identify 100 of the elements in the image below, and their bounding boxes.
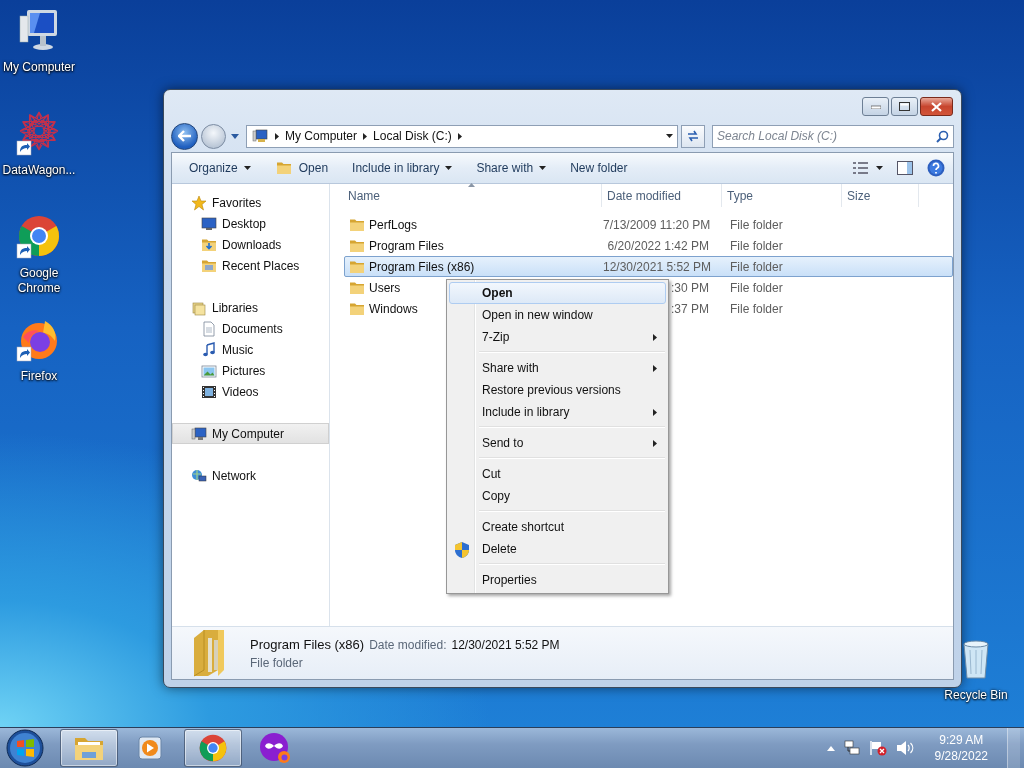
back-arrow-icon — [177, 130, 192, 142]
navigation-item[interactable]: Favorites — [172, 192, 329, 213]
mask-app-icon — [259, 732, 291, 764]
film-icon — [201, 383, 217, 400]
taskbar-button[interactable] — [60, 729, 118, 767]
caret-icon — [539, 166, 547, 170]
date-text: :30 PM — [671, 280, 709, 295]
speaker-icon — [895, 740, 914, 756]
date-text: 7/13/2009 11:20 PM — [603, 217, 711, 232]
submenu-arrow-icon — [653, 439, 657, 447]
action-center-button[interactable] — [868, 740, 887, 756]
menu-item[interactable]: Properties — [449, 569, 666, 591]
chevron-icon — [275, 132, 279, 140]
details-type: File folder — [250, 655, 304, 670]
history-dropdown[interactable] — [229, 133, 241, 139]
file-name[interactable]: PerfLogs — [369, 217, 418, 232]
search-field[interactable]: Search Local Disk (C:) — [712, 124, 954, 148]
menu-item[interactable]: Open — [449, 282, 666, 304]
back-button[interactable] — [171, 122, 198, 150]
network-icon — [843, 740, 860, 756]
type-text: File folder — [730, 238, 783, 253]
type-text: File folder — [730, 217, 783, 232]
search-icon — [936, 129, 949, 143]
minimize-icon — [870, 104, 881, 109]
folder-icon — [274, 160, 293, 176]
file-name[interactable]: Program Files (x86) — [369, 259, 475, 274]
submenu-arrow-icon — [653, 408, 657, 416]
menu-item[interactable]: Open in new window — [449, 304, 666, 326]
shield-icon — [454, 541, 470, 559]
breadcrumb[interactable]: My Computer — [285, 129, 358, 143]
navigation-item[interactable]: Network — [172, 465, 329, 486]
monitor-icon — [201, 215, 217, 232]
media-player-icon — [137, 734, 165, 762]
navigation-item[interactable]: Libraries — [172, 297, 329, 318]
toolbar-button[interactable]: New folder — [561, 157, 637, 179]
preview-pane-icon — [897, 161, 913, 175]
details-date: 12/30/2021 5:52 PM — [451, 637, 560, 652]
refresh-button[interactable] — [681, 124, 705, 148]
desktop-icon-label: DataWagon... — [2, 163, 76, 178]
breadcrumb[interactable]: Local Disk (C:) — [373, 129, 452, 143]
close-button[interactable] — [920, 97, 953, 116]
toolbar-button[interactable]: Include in library — [343, 157, 462, 179]
toolbar-button[interactable]: Share with — [467, 157, 556, 179]
type-text: File folder — [730, 301, 783, 316]
column-header[interactable]: Size — [842, 184, 919, 207]
preview-pane-button[interactable] — [897, 161, 913, 175]
menu-item[interactable]: Share with — [449, 357, 666, 379]
toolbar-button[interactable]: Organize — [182, 157, 260, 179]
menu-item[interactable]: Delete — [449, 538, 666, 560]
menu-item[interactable]: Include in library — [449, 401, 666, 423]
help-button[interactable] — [927, 159, 945, 177]
navigation-item[interactable]: Videos — [172, 381, 329, 402]
navigation-item[interactable]: My Computer — [172, 423, 329, 444]
column-header[interactable]: Name — [344, 184, 602, 207]
navigation-item[interactable]: Music — [172, 339, 329, 360]
document-icon — [201, 320, 217, 337]
maximize-button[interactable] — [891, 97, 918, 116]
menu-item[interactable]: Copy — [449, 485, 666, 507]
menu-item[interactable]: Cut — [449, 463, 666, 485]
file-name[interactable]: Users — [369, 280, 401, 295]
file-name[interactable]: Program Files — [369, 238, 444, 253]
computer-icon — [191, 425, 207, 442]
navigation-item[interactable]: Pictures — [172, 360, 329, 381]
star-icon — [191, 194, 207, 211]
menu-item[interactable]: Send to — [449, 432, 666, 454]
taskbar-button[interactable] — [184, 729, 242, 767]
toolbar-button[interactable]: Open — [265, 156, 338, 180]
navigation-item[interactable]: Documents — [172, 318, 329, 339]
submenu-arrow-icon — [653, 333, 657, 341]
minimize-button[interactable] — [862, 97, 889, 116]
date-text: 6/20/2022 1:42 PM — [607, 238, 709, 253]
close-icon — [931, 101, 942, 112]
type-text: File folder — [730, 259, 783, 274]
caret-icon — [231, 133, 239, 139]
column-header[interactable]: Date modified — [602, 184, 722, 207]
library-icon — [191, 299, 207, 316]
caret-icon — [876, 166, 883, 170]
show-hidden-icons-button[interactable] — [826, 745, 835, 751]
date-text: 12/30/2021 5:52 PM — [603, 259, 712, 274]
column-header[interactable]: Type — [722, 184, 842, 207]
menu-item[interactable]: Create shortcut — [449, 516, 666, 538]
view-options-button[interactable] — [852, 161, 883, 175]
help-icon — [927, 159, 945, 177]
navigation-item[interactable]: Downloads — [172, 234, 329, 255]
maximize-icon — [899, 102, 910, 111]
volume-button[interactable] — [895, 740, 914, 756]
file-name[interactable]: Windows — [369, 301, 418, 316]
selected-row[interactable]: Program Files (x86) 12/30/2021 5:52 PM File folder — [344, 256, 953, 277]
address-bar[interactable]: My Computer Local Disk (C:) — [246, 124, 678, 148]
caret-icon — [826, 745, 835, 751]
navigation-item[interactable]: Desktop — [172, 213, 329, 234]
navigation-item[interactable]: Recent Places — [172, 255, 329, 276]
image-icon — [201, 362, 217, 379]
type-text: File folder — [730, 280, 783, 295]
menu-item[interactable]: 7-Zip — [449, 326, 666, 348]
chevron-icon — [457, 132, 462, 140]
network-tray-button[interactable] — [843, 740, 860, 756]
caret-icon — [243, 166, 251, 170]
menu-item[interactable]: Restore previous versions — [449, 379, 666, 401]
browser-icon — [197, 732, 229, 764]
